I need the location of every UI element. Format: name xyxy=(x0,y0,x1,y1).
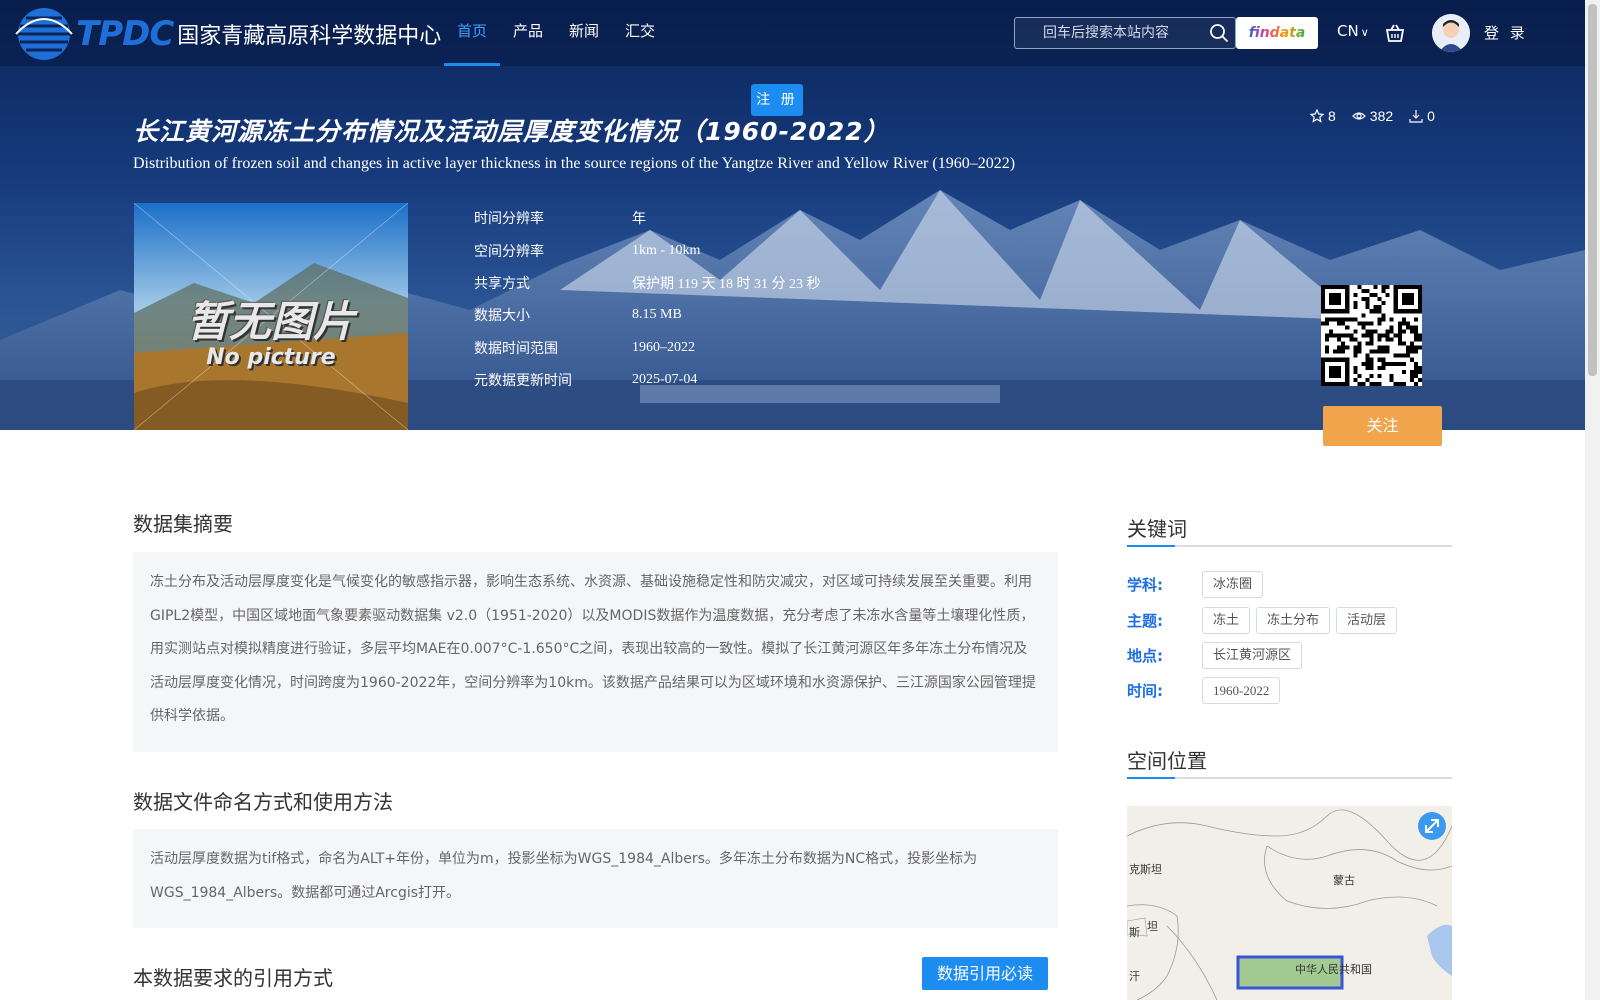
meta-value: 年 xyxy=(632,212,646,228)
meta-row: 数据大小 8.15 MB xyxy=(474,299,820,331)
meta-value: 2025-07-04 xyxy=(632,372,698,388)
download-icon xyxy=(1409,110,1423,123)
meta-label: 共享方式 xyxy=(474,275,530,292)
findata-button[interactable]: findata xyxy=(1236,17,1318,49)
meta-row: 数据时间范围 1960–2022 xyxy=(474,332,820,364)
search-icon[interactable] xyxy=(1209,23,1229,43)
no-picture-text-cn: 暂无图片 xyxy=(186,297,355,346)
keyword-tag[interactable]: 活动层 xyxy=(1336,607,1398,634)
nav-products[interactable]: 产品 xyxy=(500,0,556,66)
location-heading: 空间位置 xyxy=(1127,749,1207,773)
naming-heading: 数据文件命名方式和使用方法 xyxy=(133,790,393,814)
page-scrollbar[interactable] xyxy=(1585,0,1600,1000)
star-count-value: 8 xyxy=(1328,108,1336,124)
nav-news[interactable]: 新闻 xyxy=(556,0,612,66)
map-label: 斯 xyxy=(1129,926,1140,939)
map-base xyxy=(1127,809,1452,1000)
location-divider xyxy=(1127,777,1452,779)
keywords-divider xyxy=(1127,545,1452,547)
language-selector[interactable]: CN ∨ xyxy=(1337,22,1369,40)
meta-value: 8.15 MB xyxy=(632,307,682,323)
nav-home[interactable]: 首页 xyxy=(444,0,501,66)
citation-heading: 本数据要求的引用方式 xyxy=(133,966,333,990)
dataset-meta-list: 时间分辨率 年 空间分辨率 1km - 10km 共享方式 保护期 119 天 18 … xyxy=(474,202,820,396)
naming-panel: 活动层厚度数据为tif格式，命名为ALT+年份，单位为m，投影坐标为WGS_19… xyxy=(133,829,1058,928)
meta-label: 数据大小 xyxy=(474,308,530,325)
dataset-title-cn: 长江黄河源冻土分布情况及活动层厚度变化情况（1960-2022） xyxy=(133,117,890,146)
map-expand-button[interactable] xyxy=(1418,812,1446,840)
expand-icon xyxy=(1425,819,1439,833)
meta-label: 时间分辨率 xyxy=(474,211,544,228)
search-input[interactable] xyxy=(1043,18,1203,48)
meta-row: 空间分辨率 1km - 10km xyxy=(474,234,820,266)
naming-text: 活动层厚度数据为tif格式，命名为ALT+年份，单位为m，投影坐标为WGS_19… xyxy=(150,851,978,901)
view-count: 382 xyxy=(1351,108,1394,124)
qr-code-icon xyxy=(1321,285,1422,386)
meta-label: 元数据更新时间 xyxy=(474,373,572,390)
meta-row: 元数据更新时间 2025-07-04 xyxy=(474,364,820,396)
dataset-title-en: Distribution of frozen soil and changes … xyxy=(133,155,1016,172)
download-count: 0 xyxy=(1409,108,1435,124)
keyword-label: 主题: xyxy=(1127,612,1163,630)
meta-value: 保护期 119 天 18 时 31 分 23 秒 xyxy=(632,276,821,292)
globe-logo-icon xyxy=(15,8,73,60)
keywords-heading: 关键词 xyxy=(1127,517,1187,541)
keyword-row-theme: 主题: 冻土 冻土分布 活动层 xyxy=(1127,607,1403,634)
scrollbar-thumb[interactable] xyxy=(1588,4,1597,376)
spatial-location-map[interactable]: 克斯坦 蒙古 斯 坦 汗 中华人民共和国 xyxy=(1127,806,1452,1000)
meta-row: 时间分辨率 年 xyxy=(474,202,820,234)
findata-label: findata xyxy=(1248,25,1306,41)
star-count[interactable]: 8 xyxy=(1310,108,1336,124)
citation-required-button[interactable]: 数据引用必读 xyxy=(922,957,1048,990)
keyword-tag[interactable]: 冰冻圈 xyxy=(1202,571,1264,598)
keyword-tag[interactable]: 长江黄河源区 xyxy=(1202,642,1303,669)
keyword-row-place: 地点: 长江黄河源区 xyxy=(1127,642,1308,669)
main-nav: 首页 产品 新闻 汇交 xyxy=(444,0,668,66)
meta-label: 数据时间范围 xyxy=(474,340,558,357)
map-label: 克斯坦 xyxy=(1129,863,1162,876)
keyword-tag[interactable]: 1960-2022 xyxy=(1202,677,1281,704)
no-picture-text-en: No picture xyxy=(206,345,336,370)
map-label: 中华人民共和国 xyxy=(1295,963,1372,976)
keyword-label: 时间: xyxy=(1127,682,1163,700)
eye-icon xyxy=(1351,112,1366,120)
cart-icon[interactable] xyxy=(1384,22,1406,44)
logo-text-cn: 国家青藏高原科学数据中心 xyxy=(177,24,442,49)
logo-text-tpdc: TPDC xyxy=(76,14,174,54)
language-label: CN xyxy=(1337,22,1359,40)
keyword-tag[interactable]: 冻土分布 xyxy=(1256,607,1331,634)
keyword-label: 学科: xyxy=(1127,576,1163,594)
download-count-value: 0 xyxy=(1427,108,1435,124)
meta-value: 1km - 10km xyxy=(632,242,701,258)
search-box xyxy=(1014,17,1236,49)
keyword-label: 地点: xyxy=(1127,647,1163,665)
site-logo[interactable]: TPDC 国家青藏高原科学数据中心 xyxy=(14,4,441,64)
map-label: 汗 xyxy=(1129,970,1140,983)
map-label: 坦 xyxy=(1147,920,1158,933)
follow-button[interactable]: 关注 xyxy=(1323,406,1442,446)
meta-row: 共享方式 保护期 119 天 18 时 31 分 23 秒 xyxy=(474,267,820,299)
map-label: 蒙古 xyxy=(1333,874,1355,887)
chevron-down-icon: ∨ xyxy=(1360,26,1369,39)
nav-submit[interactable]: 汇交 xyxy=(612,0,668,66)
qr-code xyxy=(1321,285,1422,386)
login-link[interactable]: 登 录 xyxy=(1484,22,1528,43)
dataset-stats: 8 382 0 xyxy=(1310,108,1435,124)
keyword-row-discipline: 学科: 冰冻圈 xyxy=(1127,571,1269,598)
user-avatar-icon xyxy=(1432,14,1470,52)
abstract-heading: 数据集摘要 xyxy=(133,512,233,536)
top-navigation-bar: TPDC 国家青藏高原科学数据中心 首页 产品 新闻 汇交 findata CN… xyxy=(0,0,1585,66)
abstract-text: 冻土分布及活动层厚度变化是气候变化的敏感指示器，影响生态系统、水资源、基础设施稳… xyxy=(150,574,1036,724)
abstract-panel: 冻土分布及活动层厚度变化是气候变化的敏感指示器，影响生态系统、水资源、基础设施稳… xyxy=(133,552,1058,752)
meta-value: 1960–2022 xyxy=(632,339,695,355)
keyword-row-time: 时间: 1960-2022 xyxy=(1127,677,1286,704)
dataset-cover-image: 暂无图片 No picture xyxy=(134,203,408,430)
view-count-value: 382 xyxy=(1369,108,1394,124)
keyword-tag[interactable]: 冻土 xyxy=(1202,607,1251,634)
star-icon xyxy=(1310,109,1324,123)
user-avatar[interactable] xyxy=(1432,14,1470,52)
meta-label: 空间分辨率 xyxy=(474,243,544,260)
